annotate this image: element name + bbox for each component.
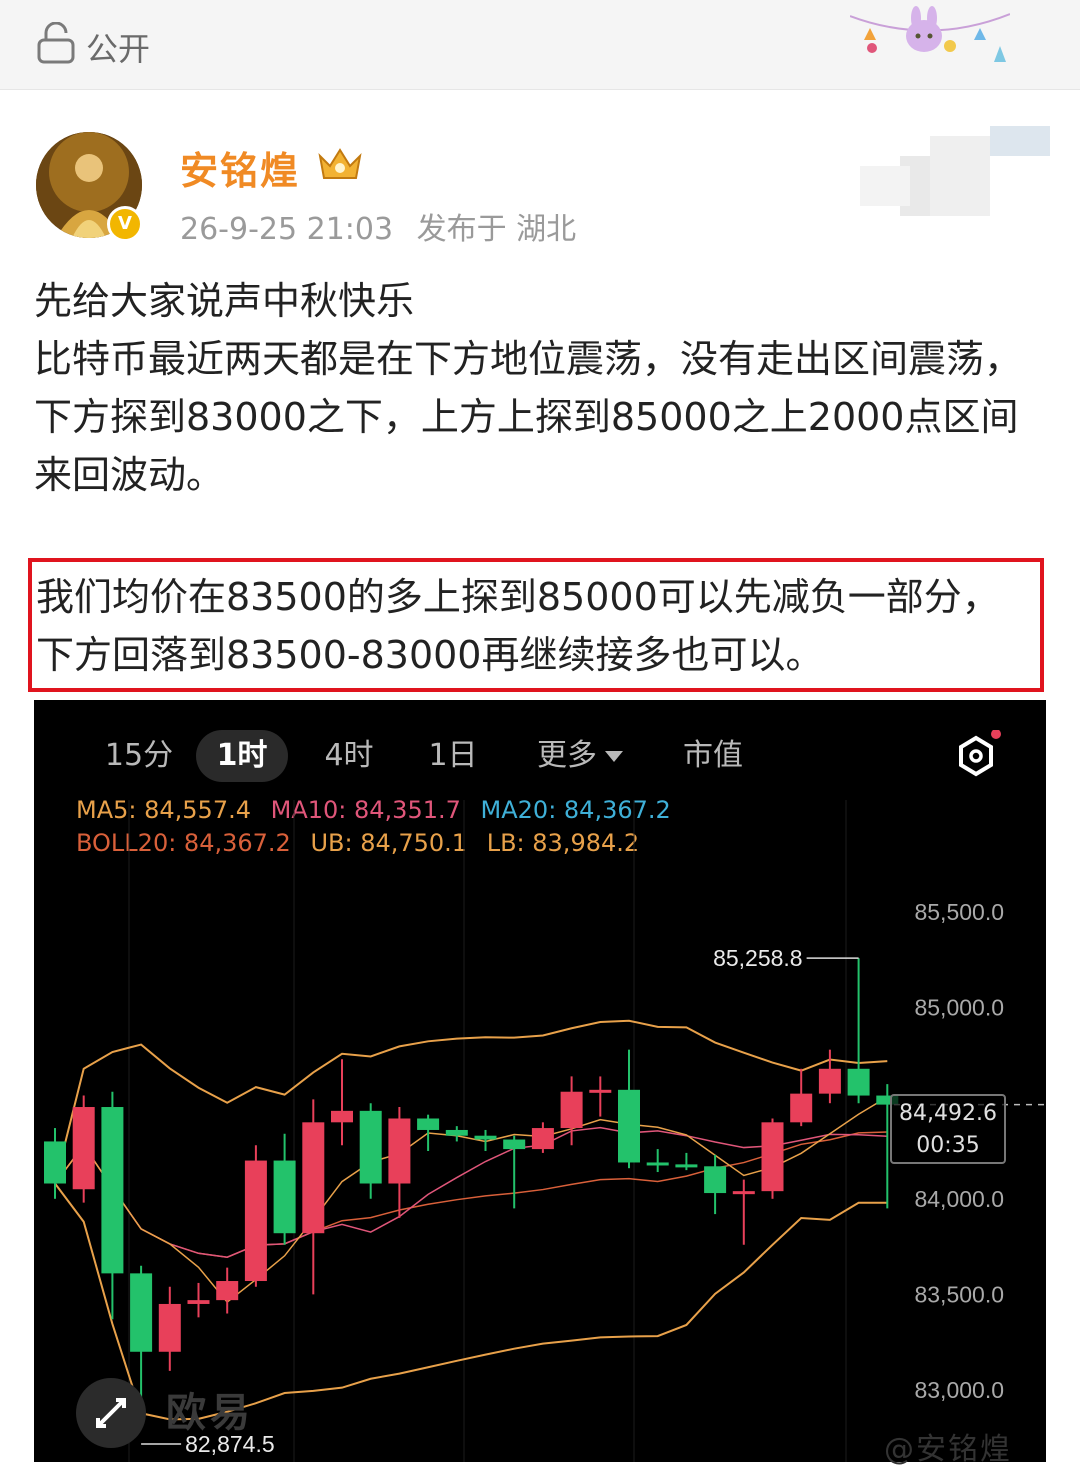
author-name[interactable]: 安铭煌	[180, 140, 300, 195]
candle-body	[675, 1164, 698, 1168]
current-price-box[interactable]: 84,492.6 00:35	[890, 1094, 1006, 1164]
expand-arrows-icon	[96, 1398, 126, 1428]
candle-body	[790, 1093, 813, 1123]
current-price: 84,492.6	[899, 1101, 997, 1126]
lock-icon	[37, 22, 75, 64]
candle-body	[331, 1110, 353, 1123]
candle-body	[560, 1091, 583, 1129]
candle-body	[847, 1068, 870, 1096]
candle-countdown: 00:35	[916, 1133, 980, 1158]
post-location: 发布于 湖北	[416, 212, 577, 247]
candle-body	[72, 1107, 95, 1190]
high-price-label: 85,258.8	[713, 945, 803, 971]
candle-body	[244, 1160, 267, 1282]
candle-body	[445, 1129, 468, 1136]
candle-body	[359, 1110, 382, 1184]
footer-watermark: @安铭煌	[884, 1432, 1012, 1467]
candle-body	[704, 1166, 727, 1194]
candle-body	[732, 1191, 755, 1195]
candle-body	[474, 1135, 497, 1140]
highlight-text: 我们均价在83500的多上探到85000可以先减负一部分，下方回落到83500-…	[36, 575, 1000, 677]
candle-body	[216, 1281, 239, 1301]
candle-body	[101, 1107, 124, 1274]
y-tick-label: 85,000.0	[914, 995, 1004, 1021]
candle-body	[589, 1089, 612, 1093]
candle-body	[531, 1128, 554, 1150]
crown-badge-icon	[318, 148, 362, 179]
party-decoration-icon	[850, 6, 1010, 62]
candle-body	[388, 1118, 411, 1184]
y-tick-label: 83,000.0	[914, 1377, 1004, 1403]
blurred-area	[860, 126, 1050, 216]
y-tick-label: 83,500.0	[914, 1281, 1004, 1307]
candlestick-plot[interactable]: 85,500.0 85,000.0 84,000.0 83,500.0 83,000.0…	[34, 700, 1046, 1462]
highlight-box: 我们均价在83500的多上探到85000可以先减负一部分，下方回落到83500-…	[28, 558, 1044, 692]
y-tick-label: 85,500.0	[914, 899, 1004, 925]
post-line-2: 比特币最近两天都是在下方地位震荡，没有走出区间震荡，下方探到83000之下，上方…	[34, 337, 1023, 497]
post-meta: 26-9-25 21:03 发布于 湖北	[180, 204, 590, 248]
post-line-1: 先给大家说声中秋快乐	[34, 279, 415, 323]
y-tick-label: 84,000.0	[914, 1186, 1004, 1212]
visibility-label[interactable]: 公开	[86, 24, 150, 70]
candle-body	[618, 1089, 640, 1163]
candle-body	[503, 1139, 526, 1150]
candle-body	[130, 1273, 153, 1352]
expand-button[interactable]	[76, 1378, 146, 1448]
candle-body	[158, 1303, 181, 1352]
candle-body	[44, 1141, 66, 1184]
candle-body	[646, 1162, 669, 1166]
kline-chart-panel: 15分 1时 4时 1日 更多 市值 MA5: 84,557.4 MA10: 8…	[34, 700, 1046, 1462]
candle-body	[761, 1122, 784, 1192]
top-bar: 公开	[0, 0, 1080, 90]
candle-body	[417, 1118, 440, 1130]
verified-badge-icon: V	[107, 206, 143, 242]
exchange-watermark: 欧易	[166, 1390, 254, 1436]
candle-body	[818, 1068, 841, 1094]
post-date: 26-9-25 21:03	[180, 212, 394, 247]
post-body: 先给大家说声中秋快乐 比特币最近两天都是在下方地位震荡，没有走出区间震荡，下方探…	[34, 272, 1044, 504]
candle-body	[187, 1300, 210, 1304]
candle-body	[302, 1122, 325, 1234]
candle-body	[273, 1160, 296, 1234]
